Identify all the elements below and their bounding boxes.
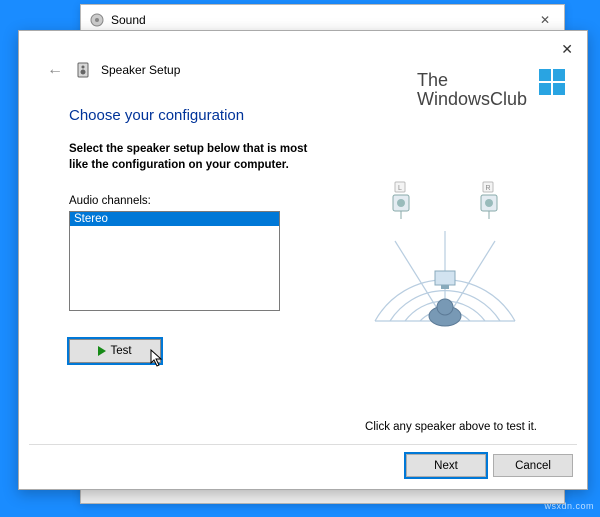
- speaker-layout-diagram: L R: [355, 171, 535, 341]
- watermark: wsxdn.com: [544, 501, 594, 511]
- sound-close-icon[interactable]: ✕: [534, 11, 556, 29]
- instruction-text: Select the speaker setup below that is m…: [69, 142, 329, 173]
- audio-channels-listbox[interactable]: Stereo: [69, 211, 280, 311]
- dialog-buttons: Next Cancel: [406, 454, 573, 477]
- speaker-small-icon: [89, 12, 105, 28]
- page-heading: Choose your configuration: [69, 107, 557, 124]
- svg-text:L: L: [398, 185, 402, 192]
- sound-window-title: Sound: [111, 13, 146, 27]
- speaker-icon: [75, 61, 93, 79]
- play-icon: [98, 346, 106, 356]
- close-icon[interactable]: ✕: [561, 41, 573, 58]
- divider: [29, 444, 577, 445]
- cancel-button[interactable]: Cancel: [493, 454, 573, 477]
- channel-option-stereo[interactable]: Stereo: [70, 212, 279, 226]
- left-speaker[interactable]: L: [393, 182, 409, 219]
- speaker-setup-dialog: ✕ ← Speaker Setup The WindowsClub Choose…: [18, 30, 588, 490]
- svg-text:R: R: [485, 185, 490, 192]
- test-button[interactable]: Test: [69, 339, 161, 363]
- next-button[interactable]: Next: [406, 454, 486, 477]
- back-arrow-icon[interactable]: ←: [47, 61, 63, 79]
- test-button-label: Test: [110, 345, 131, 357]
- speaker-hint-text: Click any speaker above to test it.: [365, 421, 537, 433]
- right-speaker[interactable]: R: [481, 182, 497, 219]
- dialog-title: Speaker Setup: [101, 63, 180, 77]
- mouse-cursor-icon: [150, 349, 166, 372]
